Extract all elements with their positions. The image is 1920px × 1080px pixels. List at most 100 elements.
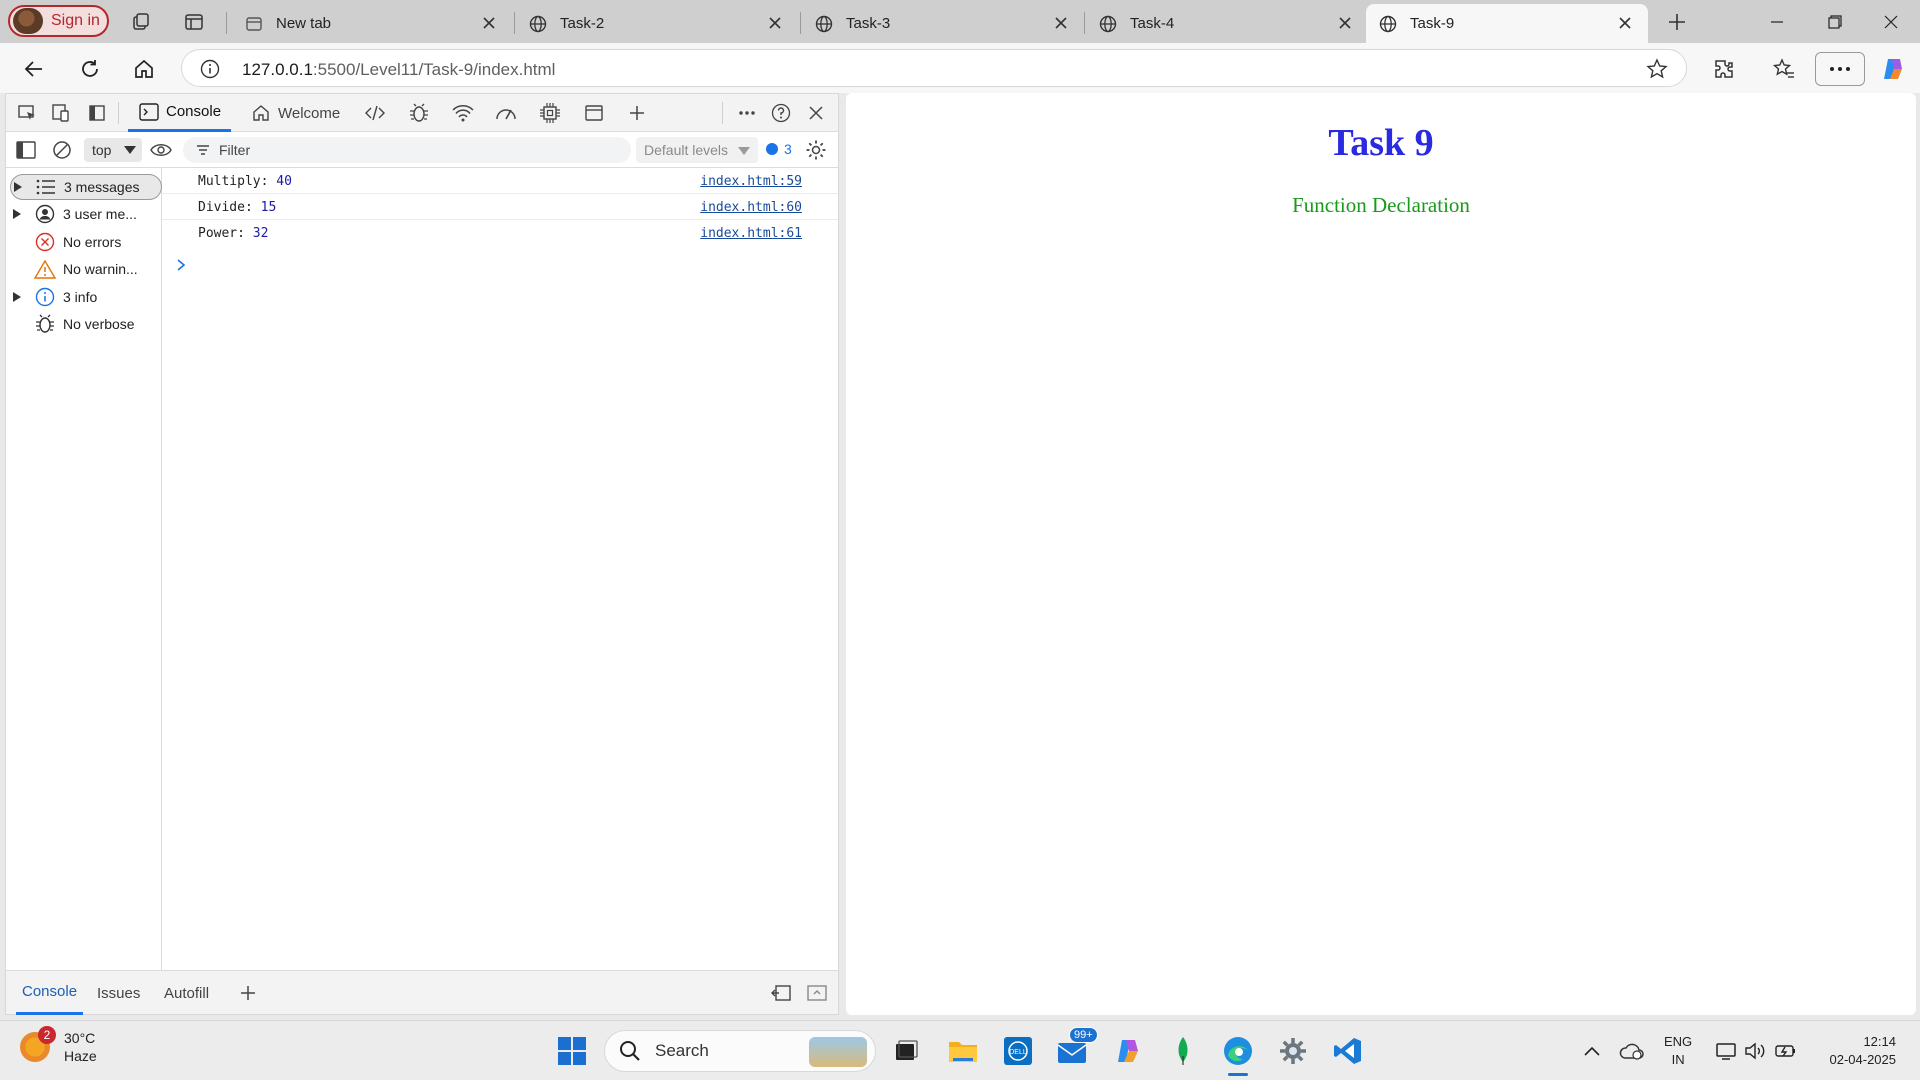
close-icon[interactable] bbox=[766, 14, 784, 32]
sidebar-item-messages[interactable]: 3 messages bbox=[10, 174, 162, 200]
error-icon bbox=[34, 231, 56, 253]
devtools-tab-bar: Console Welcome bbox=[6, 94, 838, 132]
taskbar-search-input[interactable]: Search bbox=[604, 1030, 876, 1072]
notification-badge: 2 bbox=[38, 1026, 56, 1044]
weather-widget[interactable]: 2 30°C Haze bbox=[20, 1026, 97, 1065]
minimize-button[interactable] bbox=[1748, 0, 1806, 43]
sources-bug-icon[interactable] bbox=[407, 101, 431, 125]
context-selector[interactable]: top bbox=[84, 138, 142, 162]
sidebar-item-errors[interactable]: No errors bbox=[10, 229, 160, 255]
customize-more-icon[interactable] bbox=[735, 101, 759, 125]
inspect-element-icon[interactable] bbox=[15, 101, 39, 125]
address-bar[interactable]: 127.0.0.1:5500/Level11/Task-9/index.html bbox=[181, 49, 1687, 87]
drawer-tab-issues[interactable]: Issues bbox=[97, 971, 140, 1015]
refresh-button[interactable] bbox=[74, 53, 106, 85]
clear-console-icon[interactable] bbox=[50, 138, 74, 162]
elements-icon[interactable] bbox=[363, 101, 387, 125]
drawer-tab-autofill[interactable]: Autofill bbox=[164, 971, 209, 1015]
new-tab-button[interactable] bbox=[1664, 9, 1690, 35]
back-button[interactable] bbox=[18, 53, 50, 85]
close-icon[interactable] bbox=[1052, 14, 1070, 32]
temperature: 30°C bbox=[64, 1030, 96, 1046]
site-info-icon[interactable] bbox=[200, 59, 220, 79]
home-button[interactable] bbox=[128, 53, 160, 85]
live-expression-eye-icon[interactable] bbox=[149, 138, 173, 162]
close-window-button[interactable] bbox=[1862, 0, 1920, 43]
edge-browser-icon[interactable] bbox=[1220, 1033, 1256, 1069]
close-icon[interactable] bbox=[480, 14, 498, 32]
log-source-link[interactable]: index.html:60 bbox=[700, 200, 802, 215]
mail-icon[interactable]: 99+ bbox=[1055, 1027, 1098, 1069]
memory-chip-icon[interactable] bbox=[538, 101, 562, 125]
console-log-row: Multiply: 40 index.html:59 bbox=[162, 168, 838, 194]
sidebar-toggle-icon[interactable] bbox=[14, 138, 38, 162]
network-wifi-icon[interactable] bbox=[451, 101, 475, 125]
tab-task-3[interactable]: Task-3 bbox=[802, 4, 1084, 43]
workspaces-icon[interactable] bbox=[128, 9, 154, 35]
drawer-tab-console[interactable]: Console bbox=[16, 971, 84, 1015]
extensions-icon[interactable] bbox=[1707, 53, 1741, 85]
favorites-icon[interactable] bbox=[1767, 53, 1801, 85]
chevron-up-icon[interactable] bbox=[1574, 1033, 1610, 1069]
copilot-app-icon[interactable] bbox=[1110, 1033, 1146, 1069]
close-icon[interactable] bbox=[1616, 14, 1634, 32]
dock-drawer-icon[interactable] bbox=[769, 981, 793, 1005]
sidebar-item-warnings[interactable]: No warnin... bbox=[10, 256, 160, 282]
task-view-icon[interactable] bbox=[888, 1033, 924, 1069]
home-icon bbox=[250, 102, 272, 124]
restore-button[interactable] bbox=[1806, 0, 1864, 43]
tab-console[interactable]: Console bbox=[128, 94, 232, 132]
sidebar-item-verbose[interactable]: No verbose bbox=[10, 311, 160, 337]
copilot-icon[interactable] bbox=[1876, 53, 1910, 85]
url-text: 127.0.0.1:5500/Level11/Task-9/index.html bbox=[242, 60, 556, 79]
console-settings-gear-icon[interactable] bbox=[804, 138, 828, 162]
console-filter-input[interactable]: Filter bbox=[183, 137, 631, 163]
tab-new-tab[interactable]: New tab bbox=[232, 4, 512, 43]
more-tools-plus-icon[interactable] bbox=[625, 101, 649, 125]
mongodb-leaf-icon[interactable] bbox=[1165, 1033, 1201, 1069]
start-windows-icon[interactable] bbox=[554, 1033, 590, 1069]
help-icon[interactable] bbox=[769, 101, 793, 125]
file-explorer-icon[interactable] bbox=[945, 1033, 981, 1069]
sign-in-button[interactable]: Sign in bbox=[8, 5, 109, 37]
sidebar-item-user-messages[interactable]: 3 user me... bbox=[10, 201, 160, 227]
tab-actions-icon[interactable] bbox=[181, 9, 207, 35]
close-icon[interactable] bbox=[1336, 14, 1354, 32]
onedrive-cloud-icon[interactable] bbox=[1614, 1033, 1650, 1069]
expand-arrow-icon[interactable] bbox=[10, 209, 24, 219]
dell-app-icon[interactable]: DELL bbox=[1000, 1033, 1036, 1069]
battery-icon[interactable] bbox=[1768, 1033, 1804, 1069]
mail-badge: 99+ bbox=[1069, 1027, 1098, 1043]
devtools-drawer: Console Issues Autofill bbox=[6, 970, 838, 1015]
vscode-icon[interactable] bbox=[1330, 1033, 1366, 1069]
favorite-star-icon[interactable] bbox=[1646, 58, 1668, 80]
dock-side-icon[interactable] bbox=[85, 101, 109, 125]
settings-gear-icon[interactable] bbox=[1275, 1033, 1311, 1069]
issues-counter[interactable]: 3 bbox=[766, 141, 792, 157]
application-panel-icon[interactable] bbox=[582, 101, 606, 125]
sidebar-item-info[interactable]: 3 info bbox=[10, 284, 160, 310]
close-devtools-icon[interactable] bbox=[804, 101, 828, 125]
settings-more-button[interactable] bbox=[1815, 52, 1865, 86]
log-levels-dropdown[interactable]: Default levels bbox=[636, 137, 758, 163]
language-indicator[interactable]: ENG IN bbox=[1664, 1033, 1692, 1069]
log-source-link[interactable]: index.html:61 bbox=[700, 226, 802, 241]
log-source-link[interactable]: index.html:59 bbox=[700, 174, 802, 189]
console-prompt-input[interactable] bbox=[176, 258, 186, 277]
tab-title: Task-3 bbox=[846, 15, 891, 32]
expand-arrow-icon[interactable] bbox=[10, 292, 24, 302]
system-clock[interactable]: 12:14 02-04-2025 bbox=[1810, 1033, 1897, 1069]
tab-task-4[interactable]: Task-4 bbox=[1086, 4, 1368, 43]
tab-welcome[interactable]: Welcome bbox=[246, 94, 344, 132]
console-log-row: Divide: 15 index.html:60 bbox=[162, 194, 838, 220]
info-icon bbox=[34, 286, 56, 308]
performance-icon[interactable] bbox=[494, 101, 518, 125]
tab-task-9[interactable]: Task-9 bbox=[1366, 4, 1648, 43]
expand-arrow-icon[interactable] bbox=[11, 182, 25, 192]
collapse-drawer-icon[interactable] bbox=[805, 981, 829, 1005]
tab-task-2[interactable]: Task-2 bbox=[516, 4, 798, 43]
device-emulation-icon[interactable] bbox=[49, 101, 73, 125]
add-drawer-tab-icon[interactable] bbox=[236, 981, 260, 1005]
bug-icon bbox=[34, 313, 56, 335]
profile-avatar bbox=[13, 8, 43, 34]
